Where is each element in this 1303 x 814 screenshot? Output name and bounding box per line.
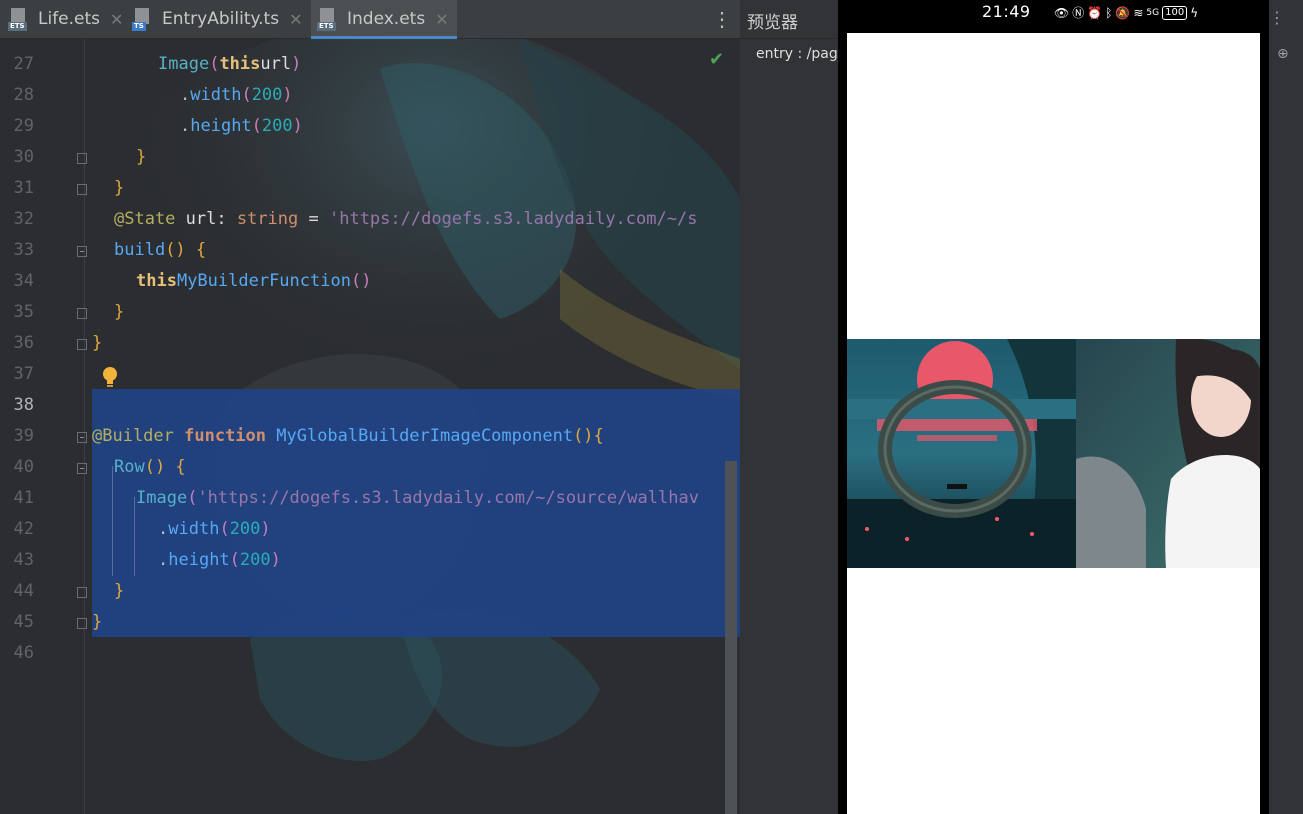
code-line-42: .width(200)	[158, 519, 271, 539]
device-screen[interactable]	[847, 33, 1260, 814]
status-bar: 21:49 👁 Ⓝ ⏰ ᛒ 🔕 ≋ 5G 100 ϟ	[838, 0, 1269, 33]
line-number: 31	[13, 178, 34, 198]
lightbulb-icon[interactable]	[101, 366, 119, 388]
charging-icon: ϟ	[1190, 5, 1199, 20]
tab-label: EntryAbility.ts	[162, 9, 280, 29]
ts-file-icon: TS	[132, 7, 154, 31]
inspection-ok-check-icon[interactable]: ✔	[709, 49, 724, 70]
alarm-icon: ⏰	[1087, 5, 1103, 20]
device-frame: 21:49 👁 Ⓝ ⏰ ᛒ 🔕 ≋ 5G 100 ϟ	[838, 0, 1269, 814]
line-number: 34	[13, 271, 34, 291]
fold-marker[interactable]	[77, 339, 87, 350]
bluetooth-icon: ᛒ	[1105, 5, 1113, 20]
tab-entryability-ts[interactable]: TS EntryAbility.ts ✕	[130, 0, 304, 38]
ets-file-icon: ETS	[8, 7, 30, 31]
code-line-40: Row() {	[114, 457, 186, 477]
fold-marker[interactable]	[77, 308, 87, 319]
mute-icon: 🔕	[1115, 5, 1131, 20]
close-icon[interactable]: ✕	[289, 10, 302, 29]
code-line-28: .width(200)	[180, 85, 293, 105]
tab-label: Index.ets	[347, 9, 426, 29]
battery-icon: 100	[1162, 5, 1188, 20]
fold-marker[interactable]	[77, 184, 87, 195]
line-number: 38	[13, 395, 34, 415]
previewer-toolbar-edge: ⋮ ⊕	[1269, 0, 1303, 814]
code-line-33: build() {	[114, 240, 207, 260]
status-time: 21:49	[982, 2, 1031, 21]
line-number: 40	[13, 457, 34, 477]
code-editor[interactable]: ✔ 27 28 29 30 31 32 33 34 35 36 37 38 39…	[0, 39, 740, 814]
nfc-icon: Ⓝ	[1072, 6, 1085, 20]
more-vertical-icon[interactable]: ⋮	[712, 8, 732, 30]
tab-life-ets[interactable]: ETS Life.ets ✕	[0, 0, 130, 38]
code-line-29: .height(200)	[180, 116, 303, 136]
previewer-title: 预览器	[747, 13, 798, 33]
line-number: 32	[13, 209, 34, 229]
fold-marker[interactable]	[77, 432, 87, 443]
indent-guide	[112, 466, 113, 576]
line-number: 36	[13, 333, 34, 353]
close-icon[interactable]: ✕	[110, 10, 123, 29]
line-number: 27	[13, 54, 34, 74]
signal-5g-icon: 5G	[1146, 7, 1160, 18]
fold-marker[interactable]	[77, 618, 87, 629]
eye-icon: 👁	[1054, 5, 1070, 20]
line-number: 46	[13, 643, 34, 663]
line-number: 41	[13, 488, 34, 508]
code-line-39: @Builder function MyGlobalBuilderImageCo…	[92, 426, 604, 446]
line-number: 42	[13, 519, 34, 539]
tab-label: Life.ets	[38, 9, 101, 29]
line-number: 35	[13, 302, 34, 322]
editor-tab-bar: ETS Life.ets ✕ TS EntryAbility.ts ✕ ETS …	[0, 0, 740, 39]
fold-marker[interactable]	[77, 153, 87, 164]
code-line-41: Image('https://dogefs.s3.ladydaily.com/~…	[136, 488, 699, 508]
fold-marker[interactable]	[77, 463, 87, 474]
code-line-30: }	[136, 147, 147, 167]
line-number: 28	[13, 85, 34, 105]
code-line-34: thisMyBuilderFunction()	[136, 271, 372, 291]
fold-marker[interactable]	[77, 246, 87, 257]
code-line-32: @State url: string = 'https://dogefs.s3.…	[114, 209, 698, 229]
wifi-icon: ≋	[1133, 5, 1144, 20]
fold-marker[interactable]	[77, 587, 87, 598]
code-line-31: }	[114, 178, 125, 198]
editor-scrollbar[interactable]	[725, 461, 737, 814]
indent-guide	[134, 497, 135, 576]
zoom-in-icon[interactable]: ⊕	[1277, 46, 1289, 62]
code-line-27: Image(thisurl)	[158, 54, 302, 74]
line-number: 39	[13, 426, 34, 446]
code-line-44: }	[114, 581, 125, 601]
ets-file-icon: ETS	[317, 7, 339, 31]
code-line-35: }	[114, 302, 125, 322]
preview-image-portrait	[1076, 339, 1260, 568]
code-line-45: }	[92, 612, 103, 632]
line-number: 44	[13, 581, 34, 601]
tab-index-ets[interactable]: ETS Index.ets ✕	[311, 0, 457, 39]
code-line-36: }	[92, 333, 103, 353]
line-number: 45	[13, 612, 34, 632]
line-number: 29	[13, 116, 34, 136]
collapse-icon[interactable]: ⋮	[1269, 8, 1285, 27]
line-number: 37	[13, 364, 34, 384]
line-number: 43	[13, 550, 34, 570]
line-number: 33	[13, 240, 34, 260]
close-icon[interactable]: ✕	[435, 10, 448, 29]
preview-image-portal	[847, 339, 1076, 568]
code-line-43: .height(200)	[158, 550, 281, 570]
line-number: 30	[13, 147, 34, 167]
status-icons: 👁 Ⓝ ⏰ ᛒ 🔕 ≋ 5G 100 ϟ	[1054, 4, 1198, 21]
